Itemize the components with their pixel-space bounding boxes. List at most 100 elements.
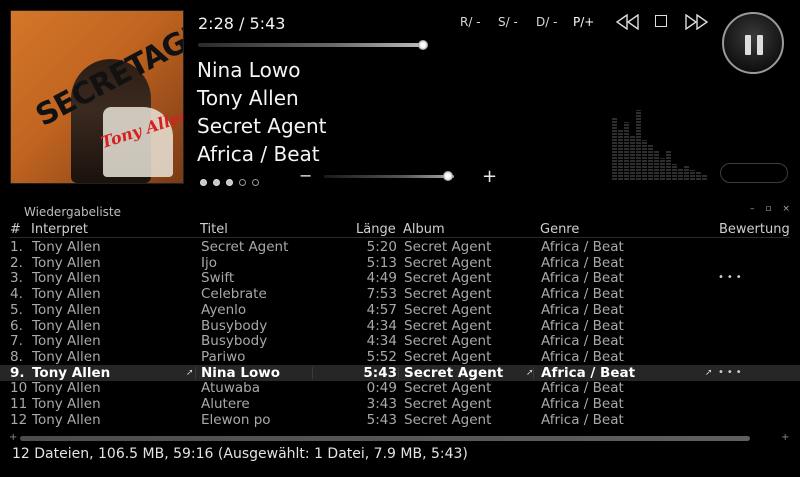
artist-link-arrow-icon[interactable]: ➚ — [186, 365, 194, 381]
row-artist: Tony Allen — [32, 364, 111, 381]
row-artist: Tony Allen — [32, 333, 101, 350]
table-row[interactable]: 10 Tony Allen Atuwaba 0:49 Secret Agent Afric… — [0, 380, 800, 396]
row-title: Busybody — [201, 317, 268, 334]
table-row[interactable]: 8. Tony Allen Pariwo 5:52 Secret Agent Africa… — [0, 349, 800, 365]
spectrum-visualizer — [612, 106, 707, 180]
row-genre: Africa / Beat — [541, 396, 624, 412]
row-genre: Africa / Beat — [541, 254, 624, 271]
row-album: Secret Agent — [404, 301, 492, 318]
genre-link-arrow-icon[interactable]: ➚ — [705, 365, 713, 381]
row-title: Atuwaba — [201, 380, 261, 397]
table-row[interactable]: 1. Tony Allen Secret Agent 5:20 Secret Agent… — [0, 239, 800, 255]
volume-up-button[interactable]: + — [482, 166, 497, 187]
row-length: 4:34 — [366, 333, 397, 350]
track-title: Nina Lowo — [197, 58, 301, 82]
row-album: Secret Agent — [404, 348, 492, 365]
table-row[interactable]: 4. Tony Allen Celebrate 7:53 Secret Agent Afr… — [0, 286, 800, 302]
table-row[interactable]: 2. Tony Allen Ijo 5:13 Secret Agent Africa / … — [0, 255, 800, 271]
visualizer-bar — [630, 136, 635, 180]
playlist-title: Wiedergabeliste — [24, 205, 122, 219]
row-number: 9. — [10, 364, 25, 381]
track-album: Secret Agent — [197, 114, 327, 138]
row-length: 4:49 — [366, 270, 397, 287]
row-genre: Africa / Beat — [541, 364, 636, 381]
rating-dot[interactable] — [213, 179, 220, 186]
row-length: 5:13 — [366, 254, 397, 271]
table-row[interactable]: 6. Tony Allen Busybody 4:34 Secret Agent Afri… — [0, 318, 800, 334]
dynamic-toggle[interactable]: D/ - — [536, 15, 557, 29]
row-title: Alutere — [201, 396, 250, 412]
row-length: 5:43 — [366, 411, 397, 428]
row-genre: Africa / Beat — [541, 239, 624, 255]
row-artist: Tony Allen — [32, 286, 101, 303]
column-header-artist[interactable]: Interpret — [31, 222, 88, 237]
visualizer-bar — [618, 130, 623, 180]
volume-slider[interactable] — [324, 175, 454, 178]
header-divider — [10, 237, 790, 238]
playback-time: 2:28 / 5:43 — [198, 14, 286, 33]
rating-dot[interactable] — [252, 179, 259, 186]
row-artist: Tony Allen — [32, 254, 101, 271]
row-genre: Africa / Beat — [541, 270, 624, 287]
pause-button[interactable] — [722, 12, 784, 74]
column-header-length[interactable]: Länge — [356, 222, 396, 237]
expand-icon-right[interactable]: + — [781, 432, 789, 443]
row-number: 8. — [10, 348, 23, 365]
row-length: 4:57 — [366, 301, 397, 318]
horizontal-scrollbar[interactable] — [20, 436, 750, 441]
column-header-title[interactable]: Titel — [200, 222, 228, 237]
table-row[interactable]: 11 Tony Allen Alutere 3:43 Secret Agent Afric… — [0, 396, 800, 412]
search-pill[interactable] — [720, 163, 788, 183]
column-header-genre[interactable]: Genre — [540, 222, 579, 237]
repeat-toggle[interactable]: R/ - — [460, 15, 481, 29]
shuffle-toggle[interactable]: S/ - — [498, 15, 518, 29]
rating-dot[interactable] — [200, 179, 207, 186]
table-row[interactable]: 3. Tony Allen Swift 4:49 Secret Agent Africa … — [0, 270, 800, 286]
column-header-rating[interactable]: Bewertung — [719, 222, 790, 237]
row-artist: Tony Allen — [32, 380, 101, 397]
row-length: 5:20 — [366, 239, 397, 255]
row-album: Secret Agent — [404, 317, 492, 334]
column-header-num[interactable]: # — [10, 222, 21, 237]
row-length: 5:43 — [363, 364, 397, 381]
row-artist: Tony Allen — [32, 396, 101, 412]
rating-dot[interactable] — [226, 179, 233, 186]
rating-dot[interactable] — [239, 179, 246, 186]
table-row[interactable]: 12 Tony Allen Elewon po 5:43 Secret Agent Afr… — [0, 412, 800, 428]
row-number: 6. — [10, 317, 23, 334]
row-album: Secret Agent — [404, 411, 492, 428]
track-artist: Tony Allen — [197, 86, 299, 110]
track-rating[interactable] — [200, 171, 265, 190]
expand-icon[interactable]: + — [9, 432, 17, 443]
row-album: Secret Agent — [404, 396, 492, 412]
stop-icon[interactable] — [655, 15, 667, 27]
table-row[interactable]: 9. Tony Allen Nina Lowo 5:43 Secret Agent Afr… — [0, 364, 800, 381]
volume-down-button[interactable]: − — [299, 166, 312, 185]
row-length: 4:34 — [366, 317, 397, 334]
row-genre: Africa / Beat — [541, 301, 624, 318]
row-album: Secret Agent — [404, 380, 492, 397]
table-row[interactable]: 7. Tony Allen Busybody 4:34 Secret Agent Afri… — [0, 333, 800, 349]
row-rating[interactable]: ••• — [718, 365, 745, 381]
status-bar: 12 Dateien, 106.5 MB, 59:16 (Ausgewählt:… — [12, 446, 468, 462]
row-artist: Tony Allen — [32, 239, 101, 255]
fast-forward-icon[interactable] — [684, 13, 709, 31]
row-title: Pariwo — [201, 348, 246, 365]
playlist-window-controls[interactable]: – ▫ × — [750, 204, 794, 214]
column-header-album[interactable]: Album — [403, 222, 445, 237]
playlist-toggle[interactable]: P/+ — [573, 15, 594, 29]
row-album: Secret Agent — [404, 239, 492, 255]
table-row[interactable]: 5. Tony Allen Ayenlo 4:57 Secret Agent Africa… — [0, 302, 800, 318]
row-rating[interactable]: ••• — [718, 270, 745, 286]
row-number: 4. — [10, 286, 23, 303]
row-genre: Africa / Beat — [541, 380, 624, 397]
seek-bar[interactable] — [198, 43, 424, 47]
seek-handle[interactable] — [418, 40, 428, 50]
row-album: Secret Agent — [404, 333, 492, 350]
row-album: Secret Agent — [404, 286, 492, 303]
row-title: Ijo — [201, 254, 217, 271]
volume-handle[interactable] — [443, 171, 453, 181]
rewind-icon[interactable] — [615, 13, 640, 31]
row-column-separator — [398, 366, 399, 379]
track-genre: Africa / Beat — [197, 142, 320, 166]
